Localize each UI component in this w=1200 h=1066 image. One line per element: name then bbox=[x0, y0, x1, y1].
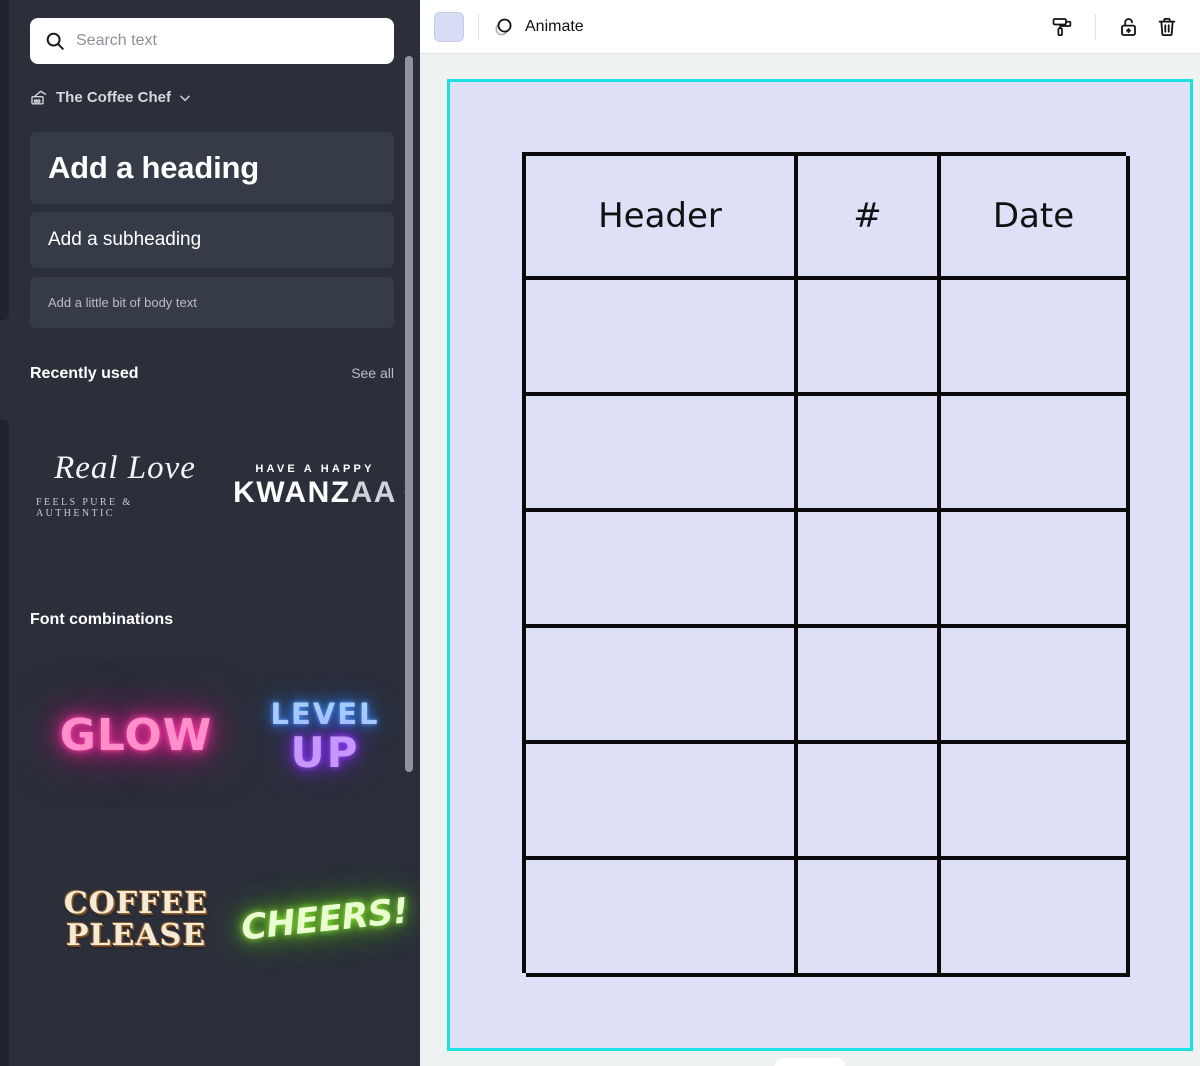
kwanzaa-strong: KWANZ bbox=[233, 475, 351, 509]
recent-item-subtitle: FEELS PURE & AUTHENTIC bbox=[36, 496, 133, 519]
table-header-cell[interactable]: # bbox=[798, 156, 941, 280]
table-header-cell[interactable]: Date bbox=[941, 156, 1130, 280]
recent-item-title: Real Love bbox=[54, 449, 196, 486]
table-body-cell[interactable] bbox=[941, 628, 1130, 744]
table-body-cell[interactable] bbox=[798, 628, 941, 744]
table-body-cell[interactable] bbox=[798, 280, 941, 396]
font-combination-cheers[interactable]: CHEERS! bbox=[239, 870, 411, 970]
table-body-cell[interactable] bbox=[798, 512, 941, 628]
table-body-cell[interactable] bbox=[941, 396, 1130, 512]
table-element[interactable]: Header # Date bbox=[522, 152, 1130, 977]
font-combination-label-line1: COFFEE bbox=[63, 886, 209, 921]
table-body-cell[interactable] bbox=[526, 628, 798, 744]
font-combinations-header: Font combinations bbox=[30, 611, 394, 629]
search-icon bbox=[46, 32, 64, 50]
font-combination-glow[interactable]: GLOW bbox=[46, 680, 226, 790]
add-body-text-label: Add a little bit of body text bbox=[48, 295, 197, 310]
recently-used-see-all[interactable]: See all bbox=[351, 365, 394, 381]
add-heading-label: Add a heading bbox=[48, 150, 259, 185]
brand-kit-icon bbox=[31, 90, 47, 105]
toolbar-divider bbox=[478, 13, 479, 40]
design-canvas[interactable]: Header # Date bbox=[447, 79, 1193, 1051]
sidebar-scrollbar[interactable] bbox=[405, 56, 413, 772]
table-header-cell[interactable]: Header bbox=[526, 156, 798, 280]
add-subheading-button[interactable]: Add a subheading bbox=[30, 212, 394, 268]
recently-used-title: Recently used bbox=[30, 365, 139, 382]
delete-button[interactable] bbox=[1148, 8, 1186, 46]
fill-color-swatch[interactable] bbox=[434, 11, 464, 42]
element-toolbar: Animate bbox=[420, 0, 1200, 54]
unlocked-padlock-icon bbox=[1121, 17, 1136, 36]
table-body-cell[interactable] bbox=[941, 744, 1130, 860]
table-body-cell[interactable] bbox=[526, 280, 798, 396]
table-body-cell[interactable] bbox=[526, 860, 798, 977]
font-combination-label: CHEERS! bbox=[239, 891, 411, 949]
recent-item-title: KWANZAA bbox=[233, 475, 397, 509]
table-body-cell[interactable] bbox=[526, 744, 798, 860]
search-input[interactable] bbox=[76, 32, 380, 50]
font-combination-label-line2: UP bbox=[290, 728, 360, 778]
brand-kit-label: The Coffee Chef bbox=[56, 89, 172, 106]
animate-circle-icon bbox=[495, 18, 512, 35]
table-body-cell[interactable] bbox=[798, 744, 941, 860]
recent-item-kwanzaa[interactable]: HAVE A HAPPY KWANZAA bbox=[226, 420, 404, 550]
font-combination-level-up[interactable]: LEVEL UP bbox=[240, 680, 410, 790]
add-subheading-label: Add a subheading bbox=[48, 229, 202, 250]
animate-button[interactable]: Animate bbox=[493, 16, 584, 38]
table-body-cell[interactable] bbox=[941, 280, 1130, 396]
table-body-cell[interactable] bbox=[941, 860, 1130, 977]
edge-notch-bottom bbox=[0, 420, 9, 1066]
toolbar-divider bbox=[1095, 13, 1096, 40]
add-body-text-button[interactable]: Add a little bit of body text bbox=[30, 277, 394, 328]
lock-button[interactable] bbox=[1110, 8, 1148, 46]
font-combination-label: GLOW bbox=[59, 709, 213, 761]
font-combination-label-line1: LEVEL bbox=[270, 697, 380, 732]
chevron-down-icon bbox=[180, 95, 190, 101]
recently-used-header: Recently used See all bbox=[30, 365, 394, 383]
recent-item-eyebrow: HAVE A HAPPY bbox=[255, 462, 375, 475]
table-body-cell[interactable] bbox=[526, 396, 798, 512]
add-heading-button[interactable]: Add a heading bbox=[30, 132, 394, 204]
recently-used-row: Real Love FEELS PURE & AUTHENTIC HAVE A … bbox=[30, 420, 412, 550]
font-combinations-title: Font combinations bbox=[30, 611, 174, 628]
brand-kit-selector[interactable]: The Coffee Chef bbox=[30, 88, 192, 107]
table-body-cell[interactable] bbox=[798, 396, 941, 512]
paint-roller-icon bbox=[1052, 17, 1072, 36]
edge-notch-top bbox=[0, 0, 9, 320]
editor-area: Animate Header # Date bbox=[420, 0, 1200, 1066]
table-body-cell[interactable] bbox=[526, 512, 798, 628]
trash-icon bbox=[1158, 17, 1176, 36]
search-box[interactable] bbox=[30, 18, 394, 64]
animate-label: Animate bbox=[525, 17, 584, 35]
table-body-cell[interactable] bbox=[798, 860, 941, 977]
font-combination-coffee-please[interactable]: COFFEE PLEASE bbox=[46, 862, 226, 977]
recent-item-real-love[interactable]: Real Love FEELS PURE & AUTHENTIC bbox=[36, 420, 214, 550]
table-body-cell[interactable] bbox=[941, 512, 1130, 628]
text-panel-sidebar: The Coffee Chef Add a heading Add a subh… bbox=[16, 0, 420, 1066]
copy-style-button[interactable] bbox=[1043, 8, 1081, 46]
bottom-toolbar-peek bbox=[775, 1058, 845, 1066]
font-combination-label-line2: PLEASE bbox=[65, 917, 207, 953]
kwanzaa-fade: AA bbox=[350, 475, 397, 509]
left-edge-rail bbox=[0, 0, 16, 1066]
canva-editor-window: The Coffee Chef Add a heading Add a subh… bbox=[0, 0, 1200, 1066]
